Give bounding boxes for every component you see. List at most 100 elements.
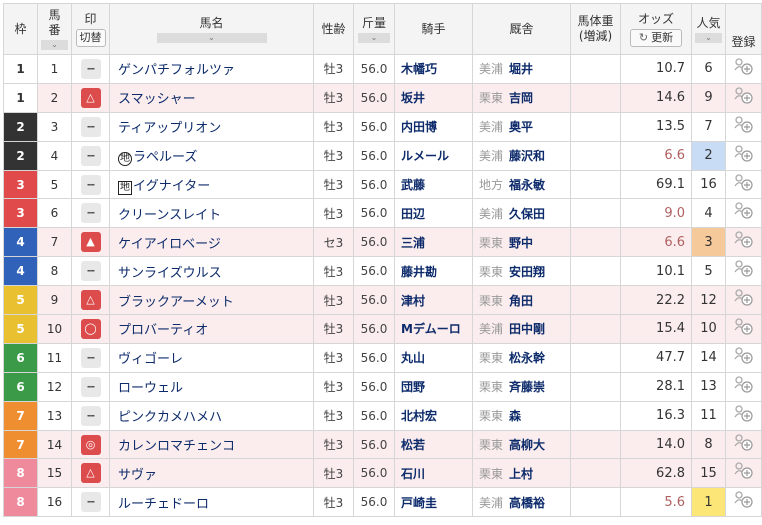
trainer-cell[interactable]: 美浦 堀井 — [472, 54, 571, 84]
header-umaban[interactable]: 馬 番 ⌄ — [37, 3, 72, 55]
horse-name-cell[interactable]: ルーチェドーロ — [109, 487, 314, 518]
mark-cell[interactable]: -- — [71, 256, 110, 287]
person-add-icon[interactable] — [733, 491, 755, 513]
person-add-icon[interactable] — [733, 116, 755, 138]
trainer-cell[interactable]: 栗東 松永幹 — [472, 342, 571, 373]
trainer-cell[interactable]: 栗東 安田翔 — [472, 256, 571, 287]
mark-cell[interactable]: △ — [71, 285, 110, 316]
trainer-cell[interactable]: 美浦 久保田 — [472, 198, 571, 229]
no-mark-icon[interactable]: -- — [80, 492, 101, 513]
trainer-link[interactable]: 久保田 — [509, 207, 545, 221]
person-add-icon[interactable] — [733, 260, 755, 282]
register-cell[interactable] — [725, 140, 762, 171]
person-add-icon[interactable] — [733, 433, 755, 456]
horse-name-cell[interactable]: サンライズウルス — [109, 256, 314, 287]
no-mark-icon[interactable]: -- — [80, 58, 101, 79]
person-add-icon[interactable] — [733, 58, 755, 80]
jockey-link[interactable]: 松若 — [394, 429, 473, 460]
horse-name-link[interactable]: スマッシャー — [118, 92, 196, 107]
mark-cell[interactable]: -- — [71, 400, 110, 431]
trainer-cell[interactable]: 美浦 奥平 — [472, 111, 571, 142]
horse-name-link[interactable]: ブラックアーメット — [118, 295, 234, 310]
triangle-outline-icon[interactable]: △ — [80, 463, 101, 484]
mark-cell[interactable]: -- — [71, 198, 110, 229]
mark-cell[interactable]: -- — [71, 54, 110, 84]
sort-umaban-button[interactable]: ⌄ — [41, 40, 68, 50]
triangle-filled-icon[interactable]: ▲ — [80, 232, 101, 253]
horse-name-link[interactable]: ヴィゴーレ — [118, 352, 183, 367]
register-cell[interactable] — [725, 256, 762, 287]
horse-name-link[interactable]: クリーンスレイト — [118, 208, 221, 223]
no-mark-icon[interactable]: -- — [80, 405, 101, 426]
trainer-cell[interactable]: 栗東 野中 — [472, 227, 571, 258]
person-add-icon[interactable] — [733, 404, 755, 427]
register-cell[interactable] — [725, 487, 762, 518]
double-circle-icon[interactable]: ◎ — [80, 434, 101, 455]
register-cell[interactable] — [725, 400, 762, 431]
jockey-link[interactable]: ルメール — [394, 140, 473, 171]
odds-refresh-button[interactable]: ↻ 更新 — [629, 28, 683, 47]
person-add-icon[interactable] — [733, 173, 755, 196]
no-mark-icon[interactable]: -- — [80, 261, 101, 282]
trainer-link[interactable]: 上村 — [509, 467, 533, 481]
person-add-icon[interactable] — [733, 202, 755, 224]
horse-name-link[interactable]: イグナイター — [133, 179, 210, 194]
horse-name-cell[interactable]: ヴィゴーレ — [109, 342, 314, 373]
trainer-link[interactable]: 藤沢和 — [509, 149, 545, 163]
mark-switch-button[interactable]: 切替 — [75, 28, 106, 47]
horse-name-link[interactable]: ピンクカメハメハ — [118, 410, 222, 425]
mark-cell[interactable]: -- — [71, 140, 110, 171]
sort-weight-button[interactable]: ⌄ — [358, 32, 390, 43]
trainer-link[interactable]: 松永幹 — [509, 351, 545, 365]
sort-popularity-button[interactable]: ⌄ — [695, 32, 722, 43]
register-cell[interactable] — [725, 429, 762, 460]
trainer-cell[interactable]: 栗東 上村 — [472, 458, 571, 489]
trainer-cell[interactable]: 地方 福永敏 — [472, 169, 571, 200]
person-add-icon[interactable] — [733, 144, 755, 167]
jockey-link[interactable]: 丸山 — [394, 342, 473, 373]
horse-name-cell[interactable]: ケイアイロベージ — [109, 227, 314, 258]
horse-name-cell[interactable]: カレンロマチェンコ — [109, 429, 314, 460]
no-mark-icon[interactable]: -- — [80, 347, 101, 368]
jockey-link[interactable]: 武藤 — [394, 169, 473, 200]
register-cell[interactable] — [725, 371, 762, 402]
register-cell[interactable] — [725, 82, 762, 113]
register-cell[interactable] — [725, 285, 762, 316]
trainer-link[interactable]: 高橋裕 — [509, 496, 545, 510]
trainer-link[interactable]: 福永敏 — [509, 178, 545, 192]
horse-name-cell[interactable]: ローウェル — [109, 371, 314, 402]
triangle-outline-icon[interactable]: △ — [80, 290, 101, 311]
no-mark-icon[interactable]: -- — [80, 116, 101, 137]
horse-name-cell[interactable]: ゲンパチフォルツァ — [109, 54, 314, 84]
person-add-icon[interactable] — [733, 318, 755, 340]
horse-name-cell[interactable]: ピンクカメハメハ — [109, 400, 314, 431]
horse-name-link[interactable]: カレンロマチェンコ — [118, 439, 235, 454]
horse-name-link[interactable]: ローウェル — [118, 381, 183, 396]
register-cell[interactable] — [725, 314, 762, 344]
register-cell[interactable] — [725, 227, 762, 258]
horse-name-cell[interactable]: クリーンスレイト — [109, 198, 314, 229]
horse-name-cell[interactable]: サヴァ — [109, 458, 314, 489]
trainer-link[interactable]: 田中剛 — [509, 322, 545, 336]
person-add-icon[interactable] — [733, 87, 755, 109]
jockey-link[interactable]: 北村宏 — [394, 400, 473, 431]
mark-cell[interactable]: ◯ — [71, 314, 110, 344]
trainer-cell[interactable]: 栗東 角田 — [472, 285, 571, 316]
person-add-icon[interactable] — [733, 289, 755, 311]
jockey-link[interactable]: 内田博 — [394, 111, 473, 142]
jockey-link[interactable]: 戸崎圭 — [394, 487, 473, 518]
register-cell[interactable] — [725, 54, 762, 84]
header-horse-name[interactable]: 馬名 ⌄ — [109, 3, 314, 55]
header-popularity[interactable]: 人気 ⌄ — [691, 3, 726, 55]
horse-name-cell[interactable]: ブラックアーメット — [109, 285, 314, 316]
sort-horse-name-button[interactable]: ⌄ — [156, 32, 267, 43]
trainer-link[interactable]: 野中 — [509, 236, 533, 250]
horse-name-cell[interactable]: ティアップリオン — [109, 111, 314, 142]
register-cell[interactable] — [725, 342, 762, 373]
no-mark-icon[interactable]: -- — [80, 376, 101, 397]
mark-cell[interactable]: -- — [71, 169, 110, 200]
trainer-link[interactable]: 堀井 — [509, 62, 533, 76]
no-mark-icon[interactable]: -- — [80, 145, 101, 166]
register-cell[interactable] — [725, 169, 762, 200]
mark-cell[interactable]: ▲ — [71, 227, 110, 258]
